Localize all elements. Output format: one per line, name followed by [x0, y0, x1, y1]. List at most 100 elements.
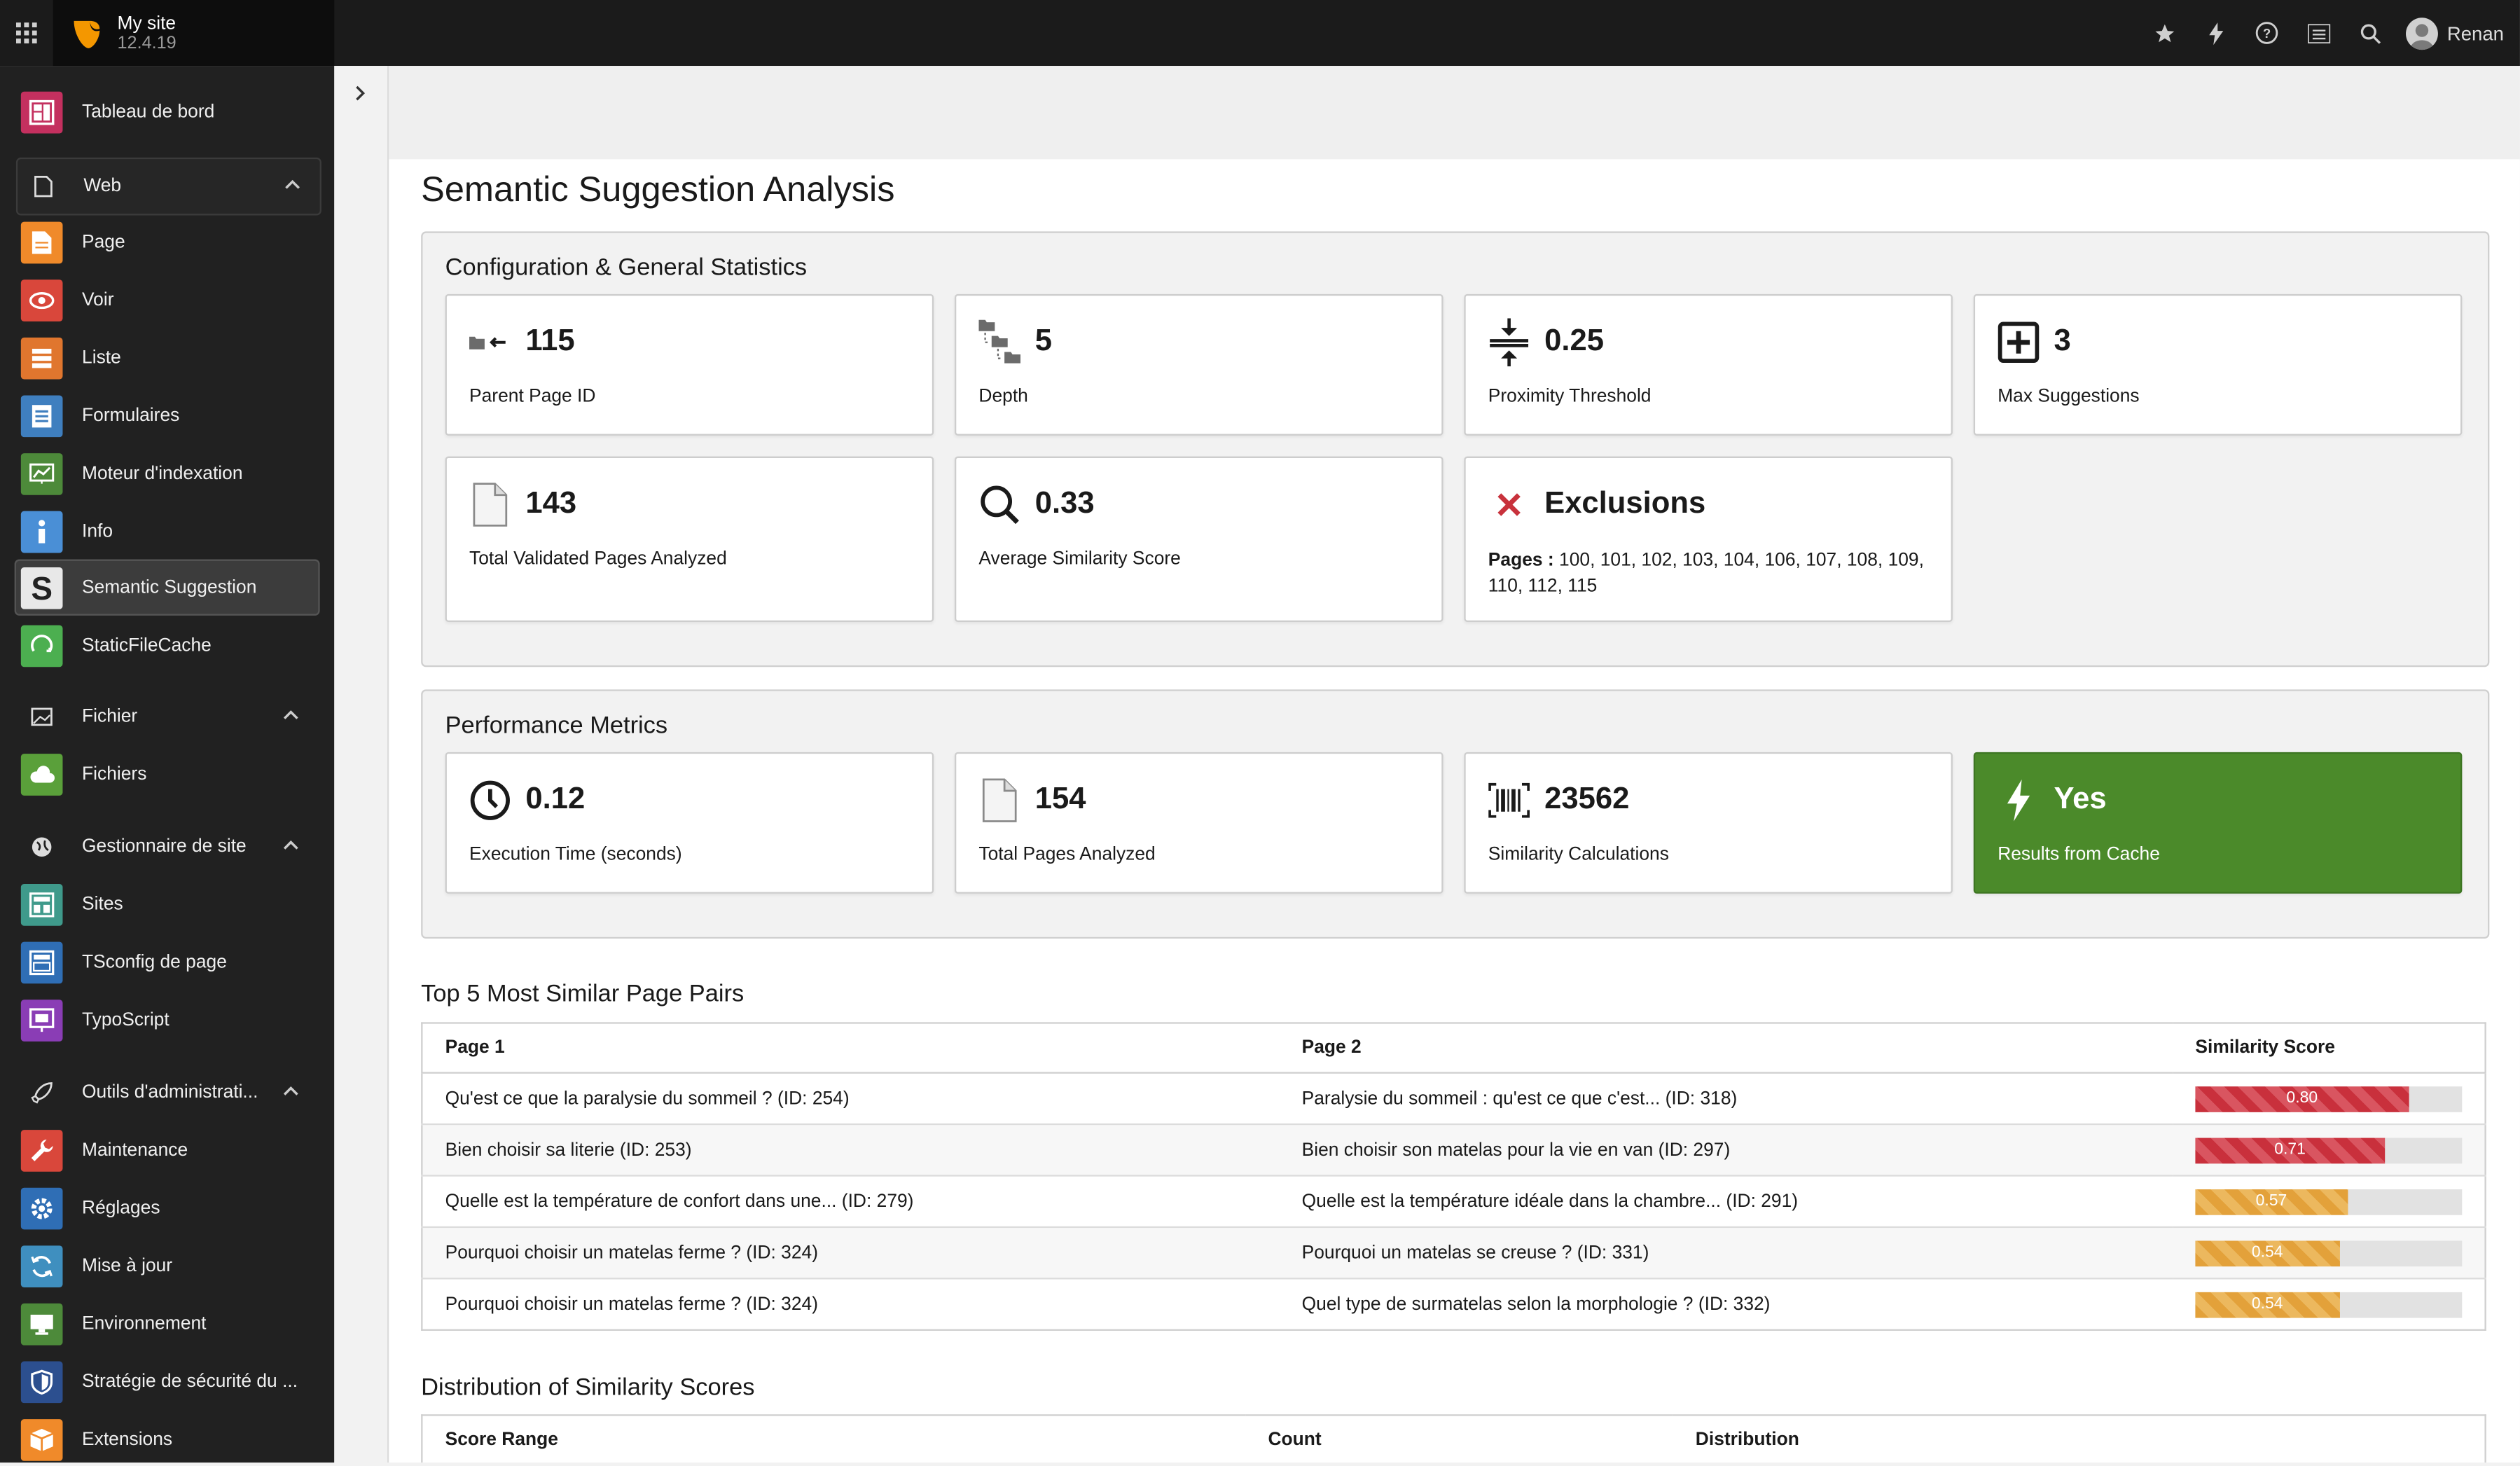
apps-grid-icon[interactable]	[0, 0, 53, 66]
doc-header	[389, 66, 2520, 161]
score-cell: 0.80	[2173, 1072, 2486, 1125]
shield-icon	[20, 1361, 63, 1404]
score-cell: 0.71	[2173, 1123, 2486, 1176]
help-icon[interactable]: ?	[2241, 0, 2292, 66]
barcode-icon	[1488, 776, 1530, 824]
avatar	[2405, 17, 2438, 49]
sidebar-item-semantic-suggestion[interactable]: S Semantic Suggestion	[14, 559, 320, 616]
sidebar-group-admin-tools[interactable]: Outils d'administrati...	[16, 1065, 318, 1120]
page1-cell: Bien choisir sa literie (ID: 253)	[422, 1123, 1280, 1176]
sidebar-item-files[interactable]: Fichiers	[16, 749, 318, 800]
table-row: Pourquoi choisir un matelas ferme ? (ID:…	[422, 1278, 2486, 1330]
document-icon	[469, 480, 511, 529]
sync-icon	[20, 1245, 63, 1287]
sidebar-item-view[interactable]: Voir	[16, 275, 318, 326]
exclusions-card: Exclusions Pages : 100, 101, 102, 103, 1…	[1464, 456, 1953, 623]
typo3-logo-icon	[74, 20, 100, 48]
page-icon	[20, 221, 63, 264]
bolt-icon[interactable]	[2190, 0, 2241, 66]
svg-text:?: ?	[2263, 26, 2271, 41]
top-pairs-table: Page 1 Page 2 Similarity Score Qu'est ce…	[421, 1022, 2486, 1331]
sidebar-item-sites[interactable]: Sites	[16, 879, 318, 930]
box-icon	[20, 1419, 63, 1461]
sidebar-item-indexing[interactable]: Moteur d'indexation	[16, 448, 318, 499]
performance-title: Performance Metrics	[445, 712, 668, 740]
sidebar-item-page[interactable]: Page	[16, 217, 318, 268]
table-row: Quelle est la température de confort dan…	[422, 1175, 2486, 1227]
column-header: Score Range	[445, 1430, 558, 1450]
excluded-pages: Pages : 100, 101, 102, 103, 104, 106, 10…	[1488, 551, 1924, 597]
table-row: Qu'est ce que la paralysie du sommeil ? …	[422, 1072, 2486, 1125]
sidebar-item-list[interactable]: Liste	[16, 333, 318, 384]
form-icon	[20, 395, 63, 438]
similarity-bar-fill: 0.54	[2195, 1240, 2340, 1266]
sidebar-group-web[interactable]: Web	[15, 157, 321, 216]
topbar: My site 12.4.19 ? Renan	[0, 0, 2520, 67]
list-icon[interactable]	[2293, 0, 2344, 66]
sidebar-item-typoscript[interactable]: TypoScript	[16, 995, 318, 1046]
tree-structure-icon	[978, 318, 1021, 366]
sidebar-group-file[interactable]: Fichier	[16, 689, 318, 744]
distribution-title: Distribution of Similarity Scores	[421, 1374, 755, 1402]
chevron-up-icon	[283, 710, 298, 719]
navigation-toggle[interactable]	[334, 66, 389, 1463]
similarity-bar: 0.54	[2195, 1291, 2463, 1318]
star-icon[interactable]	[2138, 0, 2189, 66]
sidebar-item-upgrade[interactable]: Mise à jour	[16, 1240, 318, 1292]
close-icon	[1488, 480, 1530, 529]
sidebar-item-security-policy[interactable]: Stratégie de sécurité du ...	[16, 1357, 318, 1408]
user-menu[interactable]: Renan	[2405, 17, 2504, 49]
chevron-up-icon	[285, 179, 300, 189]
site-brand[interactable]: My site 12.4.19	[53, 0, 335, 67]
sidebar-item-extensions[interactable]: Extensions	[16, 1414, 318, 1465]
column-header: Similarity Score	[2173, 1023, 2486, 1074]
sidebar-item-staticfilecache[interactable]: StaticFileCache	[16, 621, 318, 672]
total-validated-pages-card: 143 Total Validated Pages Analyzed	[445, 456, 934, 623]
sidebar-item-environment[interactable]: Environnement	[16, 1299, 318, 1350]
top-pairs-title: Top 5 Most Similar Page Pairs	[421, 980, 745, 1008]
similarity-bar: 0.71	[2195, 1137, 2463, 1163]
info-icon	[20, 511, 63, 553]
svg-text:S: S	[31, 569, 53, 604]
sidebar-group-site[interactable]: Gestionnaire de site	[16, 820, 318, 874]
performance-panel: Performance Metrics 0.12 Execution Time …	[421, 689, 2490, 939]
column-header: Page 1	[422, 1023, 1280, 1074]
similarity-bar: 0.57	[2195, 1188, 2463, 1215]
sidebar-item-info[interactable]: Info	[16, 506, 318, 558]
module-menu: Tableau de bord Web Page Voir Liste Form…	[0, 66, 335, 1465]
sites-icon	[20, 884, 63, 926]
page1-cell: Pourquoi choisir un matelas ferme ? (ID:…	[422, 1278, 1280, 1330]
config-title: Configuration & General Statistics	[445, 254, 808, 282]
parent-page-id-card: 115 Parent Page ID	[445, 293, 934, 436]
typoscript-icon	[20, 1000, 63, 1042]
wrench-icon	[20, 1130, 63, 1172]
tsconfig-icon	[20, 941, 63, 984]
cloud-file-icon	[20, 754, 63, 796]
chevron-up-icon	[283, 1086, 298, 1095]
similarity-bar: 0.54	[2195, 1240, 2463, 1266]
compress-vertical-icon	[1488, 318, 1530, 367]
page1-cell: Qu'est ce que la paralysie du sommeil ? …	[422, 1072, 1280, 1125]
page2-cell: Quel type de surmatelas selon la morphol…	[1279, 1278, 2173, 1330]
site-name: My site	[117, 13, 176, 34]
similarity-bar-fill: 0.54	[2195, 1291, 2340, 1318]
user-name: Renan	[2446, 21, 2504, 45]
sidebar-item-tsconfig[interactable]: TSconfig de page	[16, 937, 318, 988]
rocket-icon	[21, 1081, 63, 1104]
similarity-bar-fill: 0.71	[2195, 1137, 2385, 1163]
sidebar-item-settings[interactable]: Réglages	[16, 1183, 318, 1234]
column-header: Page 2	[1279, 1023, 2173, 1074]
sidebar-item-dashboard[interactable]: Tableau de bord	[16, 87, 318, 138]
dashboard-icon	[20, 91, 63, 134]
page2-cell: Pourquoi un matelas se creuse ? (ID: 331…	[1279, 1226, 2173, 1279]
sidebar-item-maintenance[interactable]: Maintenance	[16, 1125, 318, 1176]
cache-status-card: Yes Results from Cache	[1973, 752, 2463, 894]
search-icon[interactable]	[2344, 0, 2395, 66]
average-similarity-card: 0.33 Average Similarity Score	[954, 456, 1444, 623]
similarity-bar-fill: 0.57	[2195, 1188, 2348, 1215]
sidebar-item-forms[interactable]: Formulaires	[16, 391, 318, 442]
config-panel: Configuration & General Statistics 115 P…	[421, 231, 2490, 668]
score-cell: 0.54	[2173, 1226, 2486, 1279]
clock-icon	[469, 776, 511, 824]
monitor-icon	[20, 1303, 63, 1346]
